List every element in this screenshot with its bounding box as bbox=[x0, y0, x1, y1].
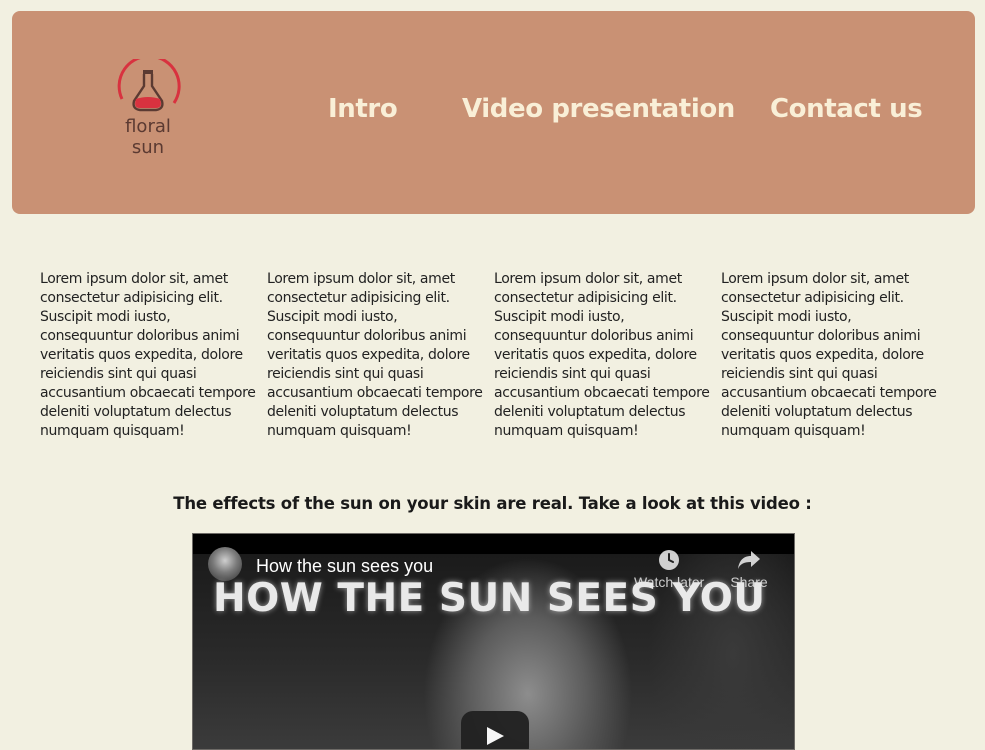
play-icon bbox=[487, 727, 504, 745]
main-nav: Intro Video presentation Contact us bbox=[12, 94, 975, 134]
site-header: floral sun Intro Video presentation Cont… bbox=[12, 11, 975, 214]
video-overlay-title: HOW THE SUN SEES YOU bbox=[213, 576, 766, 621]
intro-paragraph-2: Lorem ipsum dolor sit, amet consectetur … bbox=[267, 271, 483, 439]
share-label: Share bbox=[730, 574, 768, 590]
nav-link-intro[interactable]: Intro bbox=[328, 94, 398, 124]
youtube-video-player[interactable]: How the sun sees you HOW THE SUN SEES YO… bbox=[192, 533, 795, 750]
nav-link-contact-us[interactable]: Contact us bbox=[770, 94, 923, 124]
video-caption: The effects of the sun on your skin are … bbox=[173, 494, 812, 513]
share-arrow-icon bbox=[738, 551, 760, 569]
watch-later-label: Watch later bbox=[634, 574, 705, 590]
clock-icon bbox=[659, 550, 679, 570]
intro-paragraph-1: Lorem ipsum dolor sit, amet consectetur … bbox=[40, 271, 256, 439]
watch-later-button[interactable]: Watch later bbox=[634, 546, 704, 590]
play-button[interactable] bbox=[461, 711, 529, 749]
share-button[interactable]: Share bbox=[714, 546, 784, 590]
video-title[interactable]: How the sun sees you bbox=[256, 556, 433, 577]
intro-paragraph-3: Lorem ipsum dolor sit, amet consectetur … bbox=[494, 271, 710, 439]
logo-line-sun: sun bbox=[131, 137, 165, 158]
intro-paragraph-4: Lorem ipsum dolor sit, amet consectetur … bbox=[721, 271, 937, 439]
nav-link-video-presentation[interactable]: Video presentation bbox=[462, 94, 735, 124]
